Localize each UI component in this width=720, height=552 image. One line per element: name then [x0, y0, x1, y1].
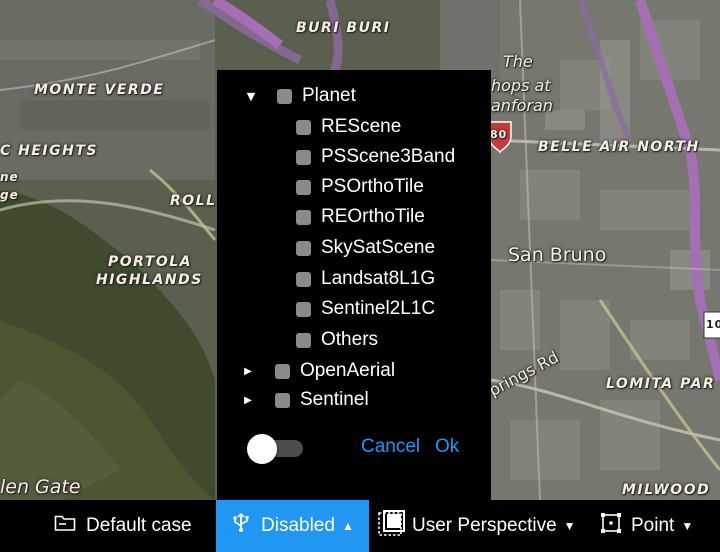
tree-label-sentinel: Sentinel — [300, 389, 369, 410]
tree-item-skysatscene[interactable]: SkySatScene — [296, 234, 435, 262]
planet-checkbox[interactable] — [277, 88, 292, 104]
caret-down-icon: ▼ — [563, 519, 576, 533]
tree-item-rescene[interactable]: REScene — [296, 113, 401, 141]
tree-item-others[interactable]: Others — [296, 326, 378, 354]
map-label-belle-air-north: BELLE AIR NORTH — [538, 139, 700, 155]
map-label-san-bruno: San Bruno — [508, 244, 607, 266]
map-label-monte-verde: MONTE VERDE — [34, 82, 165, 98]
tree-label-rescene: REScene — [321, 116, 402, 137]
map-label-glen-gate: len Gate — [0, 476, 81, 498]
map-label-tanforan: anforan — [491, 96, 553, 115]
interstate-shield-label: 80 — [490, 128, 508, 141]
tree-item-sentinel[interactable]: ▶ Sentinel — [241, 386, 369, 414]
map-label-ge: ge — [0, 188, 19, 202]
point-select-icon — [601, 513, 621, 539]
highway-shield-label: 10 — [706, 318, 720, 331]
map-label-highlands: HIGHLANDS — [96, 272, 203, 288]
tree-label-skysatscene: SkySatScene — [321, 237, 436, 258]
map-label-the: The — [503, 52, 533, 71]
cancel-button[interactable]: Cancel — [361, 436, 420, 458]
caret-down-icon: ▼ — [681, 519, 694, 533]
tree-item-planet[interactable]: ▼ Planet — [244, 82, 356, 110]
tree-label-landsat8l1g: Landsat8L1G — [321, 268, 436, 289]
map-label-c-heights: C HEIGHTS — [0, 143, 98, 159]
tree-item-sentinel2l1c[interactable]: Sentinel2L1C — [296, 295, 435, 323]
reorthotile-checkbox[interactable] — [296, 209, 311, 225]
tree-item-landsat8l1g[interactable]: Landsat8L1G — [296, 265, 435, 293]
usb-icon — [231, 512, 251, 539]
expand-right-icon[interactable]: ▶ — [241, 366, 255, 377]
tree-label-psscene3band: PSScene3Band — [321, 146, 456, 167]
map-label-ne: ne — [0, 170, 19, 184]
point-label: Point — [631, 515, 675, 536]
folder-icon — [54, 514, 76, 538]
expand-down-icon[interactable]: ▼ — [244, 90, 258, 103]
default-case-label: Default case — [86, 515, 192, 536]
others-checkbox[interactable] — [296, 332, 311, 348]
tree-label-openaerial: OpenAerial — [300, 360, 396, 381]
caret-up-icon: ▲ — [341, 519, 354, 533]
default-case-button[interactable]: Default case — [54, 500, 192, 552]
map-label-roll: ROLL — [170, 193, 217, 209]
expand-right-icon[interactable]: ▶ — [241, 395, 255, 406]
tree-item-psorthotile[interactable]: PSOrthoTile — [296, 173, 424, 201]
openaerial-checkbox[interactable] — [275, 363, 290, 379]
bottom-toolbar: Default case Disabled ▲ User Perspective… — [0, 500, 720, 552]
tree-item-openaerial[interactable]: ▶ OpenAerial — [241, 357, 395, 385]
map-label-lomita-park: LOMITA PAR — [606, 376, 716, 392]
tree-item-reorthotile[interactable]: REOrthoTile — [296, 203, 425, 231]
ok-button[interactable]: Ok — [435, 436, 459, 458]
perspective-label: User Perspective — [412, 515, 557, 536]
tree-item-psscene3band[interactable]: PSScene3Band — [296, 143, 455, 171]
skysatscene-checkbox[interactable] — [296, 240, 311, 256]
psorthotile-checkbox[interactable] — [296, 179, 311, 195]
mode-label: Disabled — [261, 515, 335, 536]
psscene3band-checkbox[interactable] — [296, 149, 311, 165]
perspective-icon — [378, 510, 406, 542]
rescene-checkbox[interactable] — [296, 119, 311, 135]
tree-label-psorthotile: PSOrthoTile — [321, 176, 424, 197]
mode-dropdown-button[interactable]: Disabled ▲ — [216, 500, 369, 552]
map-label-buri-buri: BURI BURI — [296, 20, 391, 36]
sentinel-checkbox[interactable] — [275, 392, 290, 408]
map-label-milwood: MILWOOD — [622, 482, 711, 498]
tree-label-reorthotile: REOrthoTile — [321, 206, 425, 227]
toggle-knob — [247, 434, 277, 464]
sentinel2l1c-checkbox[interactable] — [296, 301, 311, 317]
map-label-shops-at: hops at — [491, 76, 551, 95]
layer-selector-popup: ▼ Planet REScene PSScene3Band PSOrthoTil… — [217, 70, 491, 500]
toggle-switch[interactable] — [245, 434, 305, 464]
tree-label-others: Others — [321, 329, 379, 350]
landsat8l1g-checkbox[interactable] — [296, 271, 311, 287]
tree-label-planet: Planet — [302, 85, 356, 106]
point-dropdown-button[interactable]: Point ▼ — [601, 500, 693, 552]
map-label-portola: PORTOLA — [108, 254, 193, 270]
tree-label-sentinel2l1c: Sentinel2L1C — [321, 298, 436, 319]
perspective-dropdown-button[interactable]: User Perspective ▼ — [378, 500, 576, 552]
